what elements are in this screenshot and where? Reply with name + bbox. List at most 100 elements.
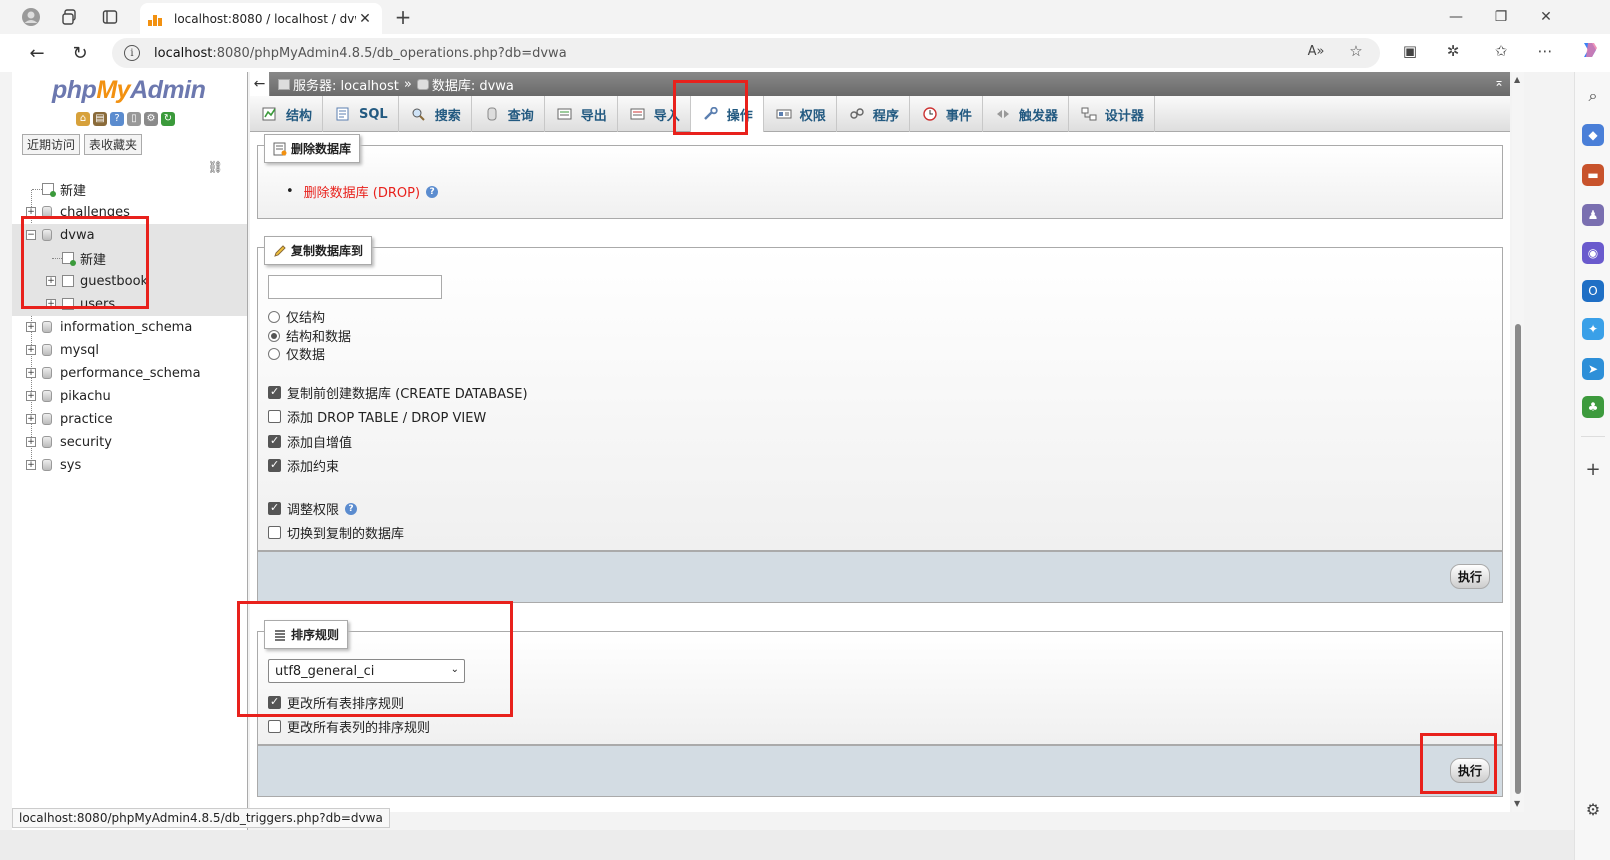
more-menu-icon[interactable]: ⋯ xyxy=(1533,42,1557,60)
tree-item-mysql[interactable]: + mysql xyxy=(12,339,247,362)
breadcrumb-server[interactable]: 服务器: localhost xyxy=(278,75,399,94)
minimize-icon[interactable]: — xyxy=(1441,4,1471,30)
create-db-checkbox[interactable] xyxy=(268,385,281,399)
scroll-down-icon[interactable]: ▼ xyxy=(1514,799,1520,808)
browser-tab-active[interactable]: localhost:8080 / localhost / dvwa ✕ xyxy=(140,3,382,34)
telegram-icon[interactable]: ➤ xyxy=(1582,358,1604,380)
add-autoinc-option[interactable]: 添加自增值 xyxy=(268,432,352,451)
site-info-icon[interactable]: i xyxy=(124,45,140,61)
change-columns-collation-option[interactable]: 更改所有表列的排序规则 xyxy=(268,717,430,736)
add-drop-option[interactable]: 添加 DROP TABLE / DROP VIEW xyxy=(268,407,486,426)
adjust-privileges-checkbox[interactable] xyxy=(268,501,281,515)
extensions-icon[interactable]: ✲ xyxy=(1441,42,1465,60)
shopping-tag-icon[interactable]: ◆ xyxy=(1582,124,1604,146)
copilot-sidebar-icon[interactable]: ◉ xyxy=(1582,242,1604,264)
option-structure-only[interactable]: 仅结构 xyxy=(268,307,325,326)
collections-icon[interactable] xyxy=(57,4,83,30)
favorite-star-icon[interactable]: ☆ xyxy=(1344,42,1368,60)
expand-icon[interactable]: + xyxy=(26,460,36,470)
expand-icon[interactable]: + xyxy=(26,368,36,378)
expand-icon[interactable]: + xyxy=(26,322,36,332)
data-only-radio[interactable] xyxy=(268,347,280,360)
sql-docs-icon[interactable]: ▯ xyxy=(127,112,141,126)
tab-triggers[interactable]: 触发器 xyxy=(983,96,1069,132)
tab-privileges[interactable]: 权限 xyxy=(764,96,837,132)
adjust-privileges-option[interactable]: 调整权限? xyxy=(268,499,358,518)
window-close-icon[interactable]: ✕ xyxy=(1531,4,1561,30)
close-tab-icon[interactable]: ✕ xyxy=(356,11,374,27)
image-creator-icon[interactable]: ✦ xyxy=(1582,318,1604,340)
expand-icon[interactable]: + xyxy=(26,391,36,401)
back-icon[interactable]: ← xyxy=(23,40,51,66)
expand-icon[interactable]: + xyxy=(26,437,36,447)
copilot-icon[interactable] xyxy=(1578,40,1602,64)
tree-item-sys[interactable]: + sys xyxy=(12,454,247,477)
settings-gear-icon[interactable]: ⚙ xyxy=(1582,798,1604,820)
split-screen-icon[interactable]: ▣ xyxy=(1398,42,1422,60)
reload-nav-icon[interactable]: ↻ xyxy=(161,112,175,126)
outlook-icon[interactable]: O xyxy=(1582,280,1604,302)
switch-db-option[interactable]: 切换到复制的数据库 xyxy=(268,523,404,542)
url-text[interactable]: localhost:8080/phpMyAdmin4.8.5/db_operat… xyxy=(154,46,567,61)
favorites-tab[interactable]: 表收藏夹 xyxy=(84,134,143,155)
logout-icon[interactable]: ▤ xyxy=(93,112,107,126)
copy-execute-button[interactable]: 执行 xyxy=(1449,564,1490,589)
tab-events[interactable]: 事件 xyxy=(910,96,983,132)
add-constraints-option[interactable]: 添加约束 xyxy=(268,456,339,475)
new-tab-icon[interactable]: + xyxy=(390,5,416,29)
tab-export[interactable]: 导出 xyxy=(545,96,618,132)
copy-db-name-input[interactable] xyxy=(268,275,442,299)
tree-item-information-schema[interactable]: + information_schema xyxy=(12,316,247,339)
switch-db-checkbox[interactable] xyxy=(268,526,281,539)
tree-item-new[interactable]: 新建 xyxy=(12,178,247,201)
home-icon[interactable]: ⌂ xyxy=(76,112,90,126)
expand-icon[interactable]: + xyxy=(26,345,36,355)
add-drop-checkbox[interactable] xyxy=(268,410,281,423)
scroll-up-icon[interactable]: ▲ xyxy=(1514,75,1520,84)
scrollbar-thumb[interactable] xyxy=(1515,324,1521,794)
structure-only-radio[interactable] xyxy=(268,310,280,323)
tree-item-pikachu[interactable]: + pikachu xyxy=(12,385,247,408)
add-sidebar-icon[interactable]: + xyxy=(1582,458,1604,480)
change-columns-collation-checkbox[interactable] xyxy=(268,720,281,733)
tab-structure[interactable]: 结构 xyxy=(250,96,324,132)
add-constraints-checkbox[interactable] xyxy=(268,458,281,472)
profile-icon[interactable] xyxy=(18,4,44,30)
help-icon[interactable]: ? xyxy=(345,502,358,515)
breadcrumb-database[interactable]: 数据库: dvwa xyxy=(416,75,514,94)
tab-actions-icon[interactable] xyxy=(97,4,123,30)
settings-icon[interactable]: ⚙ xyxy=(144,112,158,126)
reload-icon[interactable]: ↻ xyxy=(66,40,94,66)
option-data-only[interactable]: 仅数据 xyxy=(268,344,325,363)
recent-tab[interactable]: 近期访问 xyxy=(22,134,81,155)
help-icon[interactable]: ? xyxy=(426,185,439,198)
url-bar[interactable]: i localhost:8080/phpMyAdmin4.8.5/db_oper… xyxy=(112,38,1380,68)
create-db-option[interactable]: 复制前创建数据库 (CREATE DATABASE) xyxy=(268,383,528,402)
favorites-icon[interactable]: ✩ xyxy=(1489,42,1513,60)
docs-icon[interactable]: ? xyxy=(110,112,124,126)
tab-sql[interactable]: SQL xyxy=(323,96,399,132)
tab-routines[interactable]: 程序 xyxy=(837,96,910,132)
restore-icon[interactable]: ❐ xyxy=(1486,4,1516,30)
tab-designer[interactable]: 设计器 xyxy=(1069,96,1155,132)
add-autoinc-checkbox[interactable] xyxy=(268,434,281,448)
tab-search[interactable]: 搜索 xyxy=(399,96,472,132)
tree-item-security[interactable]: + security xyxy=(12,431,247,454)
phpmyadmin-logo[interactable]: phpMyAdmin xyxy=(52,76,206,105)
structure-and-data-radio[interactable] xyxy=(268,329,280,342)
read-aloud-icon[interactable]: A» xyxy=(1304,44,1328,59)
main-scrollbar[interactable]: ▲ ▼ xyxy=(1512,72,1524,812)
expand-icon[interactable]: + xyxy=(26,414,36,424)
collapse-topbar-icon[interactable]: ⌅ xyxy=(1494,75,1504,89)
toolbox-icon[interactable]: ▬ xyxy=(1582,164,1604,186)
option-structure-and-data[interactable]: 结构和数据 xyxy=(268,326,351,345)
tree-item-performance-schema[interactable]: + performance_schema xyxy=(12,362,247,385)
tree-item-practice[interactable]: + practice xyxy=(12,408,247,431)
tree-icon[interactable]: ♣ xyxy=(1582,396,1604,418)
link-chain-icon[interactable]: ⛓ xyxy=(208,160,223,174)
tab-query[interactable]: 查询 xyxy=(472,96,545,132)
collapse-nav-icon[interactable]: ← xyxy=(250,72,270,96)
search-icon[interactable]: ⌕ xyxy=(1582,85,1604,107)
drop-database-link[interactable]: 删除数据库 (DROP) xyxy=(304,182,420,201)
games-icon[interactable]: ♟ xyxy=(1582,204,1604,226)
